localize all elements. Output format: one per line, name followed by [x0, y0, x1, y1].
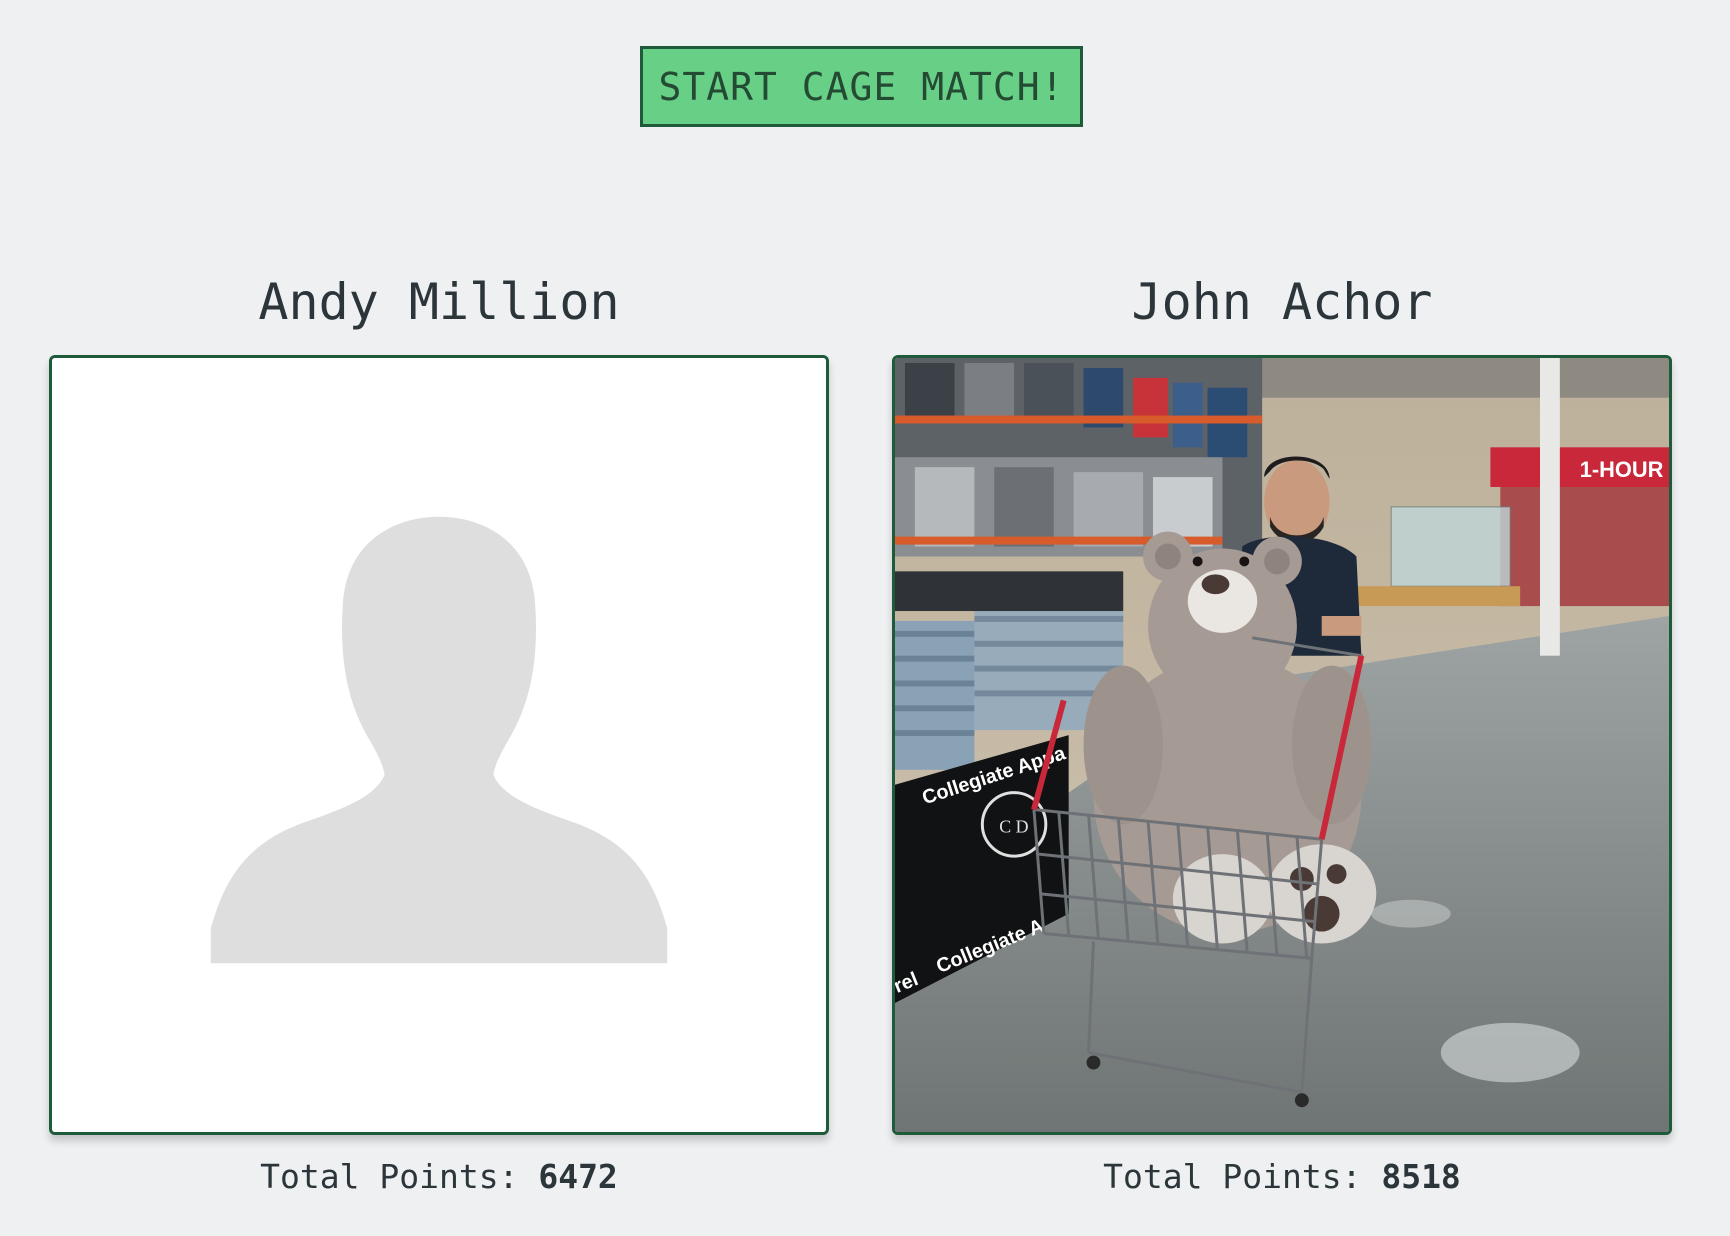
points-value: 8518: [1381, 1157, 1461, 1196]
points-label: Total Points:: [1103, 1157, 1362, 1196]
total-points-right: Total Points: 8518: [892, 1152, 1672, 1202]
points-value: 6472: [538, 1157, 618, 1196]
player-photo: 1-HOUR Collegiate Appa Collegiate A rel …: [895, 358, 1669, 1132]
player-card-right[interactable]: 1-HOUR Collegiate Appa Collegiate A rel …: [892, 355, 1672, 1135]
player-name-left: Andy Million: [258, 273, 620, 331]
store-sign-text: 1-HOUR: [1580, 457, 1664, 482]
player-name-right: John Achor: [1131, 273, 1433, 331]
crest-text: C D: [999, 816, 1028, 836]
points-label: Total Points:: [260, 1157, 519, 1196]
player-card-left[interactable]: [49, 355, 829, 1135]
start-cage-match-button[interactable]: START CAGE MATCH!: [640, 46, 1083, 127]
total-points-left: Total Points: 6472: [49, 1152, 829, 1202]
default-avatar-icon: [52, 358, 826, 1132]
